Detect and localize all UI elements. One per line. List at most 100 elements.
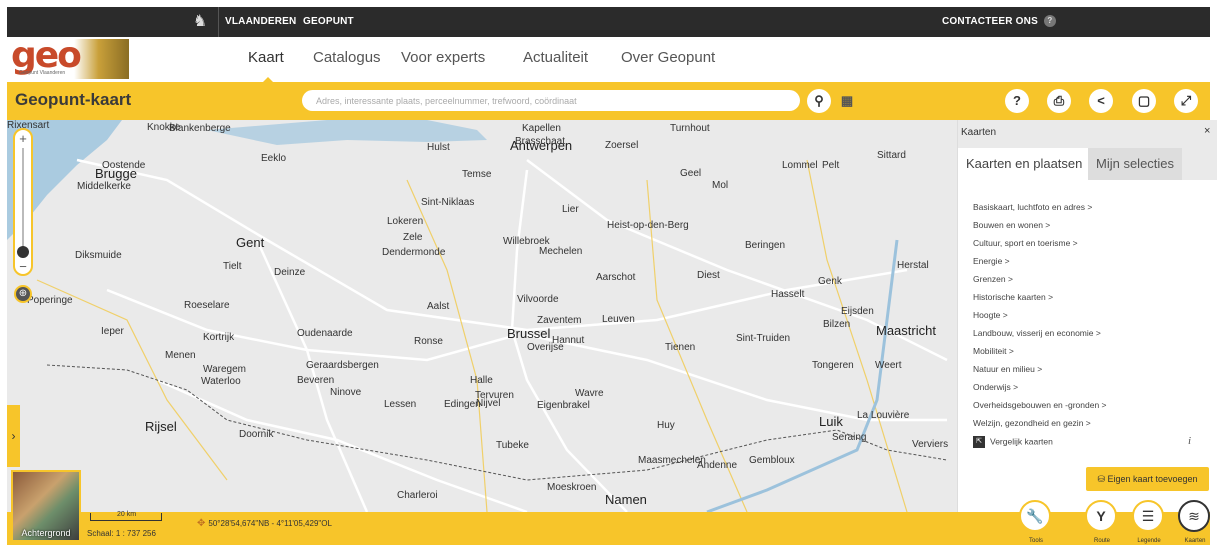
map-place-label: La Louvière: [857, 410, 910, 421]
map-place-label: Luik: [819, 414, 843, 429]
zoom-track[interactable]: [22, 148, 24, 258]
category-item[interactable]: Landbouw, visserij en economie >: [973, 324, 1213, 342]
contact-link[interactable]: CONTACTEER ONS?: [942, 7, 1056, 37]
map-place-label: Kortrijk: [203, 332, 235, 343]
maps-button[interactable]: ≋: [1178, 500, 1210, 532]
map-place-label: Oostende: [102, 160, 146, 171]
nav-over-geopunt[interactable]: Over Geopunt: [621, 49, 715, 66]
map-place-label: Verviers: [912, 439, 949, 450]
map-place-label: Tielt: [223, 261, 242, 272]
layout-button[interactable]: ▢: [1132, 89, 1156, 113]
tab-mijn-selecties[interactable]: Mijn selecties: [1088, 148, 1183, 180]
category-item[interactable]: Grenzen >: [973, 270, 1213, 288]
compare-maps-link[interactable]: ⇱ Vergelijk kaarten: [973, 436, 1053, 448]
compare-label: Vergelijk kaarten: [990, 436, 1053, 447]
geopunt-logo[interactable]: geo Geopunt Vlaanderen: [7, 35, 129, 79]
map-place-label: Namen: [605, 492, 647, 507]
map-place-label: Herstal: [897, 260, 929, 271]
scale-ratio: Schaal: 1 : 737 256: [87, 529, 156, 538]
search-location-icon[interactable]: ⚲: [807, 89, 831, 113]
tools-button[interactable]: 🔧: [1019, 500, 1051, 532]
expand-panel-tab[interactable]: ›: [7, 405, 20, 467]
zoom-in-button[interactable]: +: [15, 132, 31, 146]
map-place-label: Mol: [712, 180, 729, 191]
category-item[interactable]: Natuur en milieu >: [973, 360, 1213, 378]
wrench-icon: 🔧: [1026, 508, 1044, 524]
logo-subtitle: Geopunt Vlaanderen: [19, 70, 66, 76]
map-grid-icon[interactable]: ▦: [835, 89, 859, 113]
category-item[interactable]: Energie >: [973, 252, 1213, 270]
map-place-label: Menen: [165, 350, 196, 361]
nav-kaart[interactable]: Kaart: [248, 49, 284, 66]
main-nav: geo Geopunt Vlaanderen Kaart Catalogus V…: [7, 35, 1210, 83]
map-place-label: Waregem: [203, 364, 246, 375]
legend-button[interactable]: ☰: [1132, 500, 1164, 532]
category-item[interactable]: Basiskaart, luchtfoto en adres >: [973, 198, 1213, 216]
category-item[interactable]: Overheidsgebouwen en -gronden >: [973, 396, 1213, 414]
background-map-selector[interactable]: Achtergrond: [11, 470, 81, 542]
map-place-label: Beveren: [297, 375, 335, 386]
map-place-label: Heist-op-den-Berg: [607, 220, 689, 231]
map-place-label: Ronse: [414, 336, 443, 347]
vlaanderen-link[interactable]: VLAANDEREN: [225, 7, 296, 37]
national-border: [46, 364, 948, 481]
route-icon: Y: [1096, 508, 1106, 524]
search-input[interactable]: [302, 90, 800, 111]
fullscreen-button[interactable]: ⤢: [1174, 89, 1198, 113]
map-place-label: Mechelen: [539, 246, 583, 257]
map-place-label: Sint-Truiden: [736, 333, 791, 344]
map-place-label: Vilvoorde: [517, 294, 559, 305]
map-canvas[interactable]: Antwerpen Gent Brugge Brussel Leuven Mechelen…: [7, 120, 957, 512]
top-bar-inner: ♞ VLAANDEREN GEOPUNT CONTACTEER ONS?: [7, 7, 1210, 37]
map-place-label: Deinze: [274, 267, 306, 278]
map-place-label: Lokeren: [387, 216, 424, 227]
nav-actualiteit[interactable]: Actualiteit: [523, 49, 588, 66]
map-place-label: Doornik: [239, 429, 274, 440]
help-button[interactable]: ?: [1005, 89, 1029, 113]
top-separator: [218, 7, 219, 37]
category-item[interactable]: Mobiliteit >: [973, 342, 1213, 360]
map-place-label: Geraardsbergen: [306, 360, 379, 371]
category-item[interactable]: Historische kaarten >: [973, 288, 1213, 306]
map-place-label: Wavre: [575, 388, 604, 399]
map-place-label: Temse: [462, 169, 492, 180]
category-item[interactable]: Hoogte >: [973, 306, 1213, 324]
map-place-label: Moeskroen: [547, 482, 597, 493]
zoom-slider[interactable]: + −: [13, 128, 33, 276]
map-place-label: Lessen: [384, 399, 417, 410]
map-place-label: Middelkerke: [77, 181, 131, 192]
zoom-handle[interactable]: [17, 246, 29, 258]
map-place-label: Overijse: [527, 342, 564, 353]
map-place-label: Dendermonde: [382, 247, 446, 258]
map-place-label: Lier: [562, 204, 579, 215]
nav-catalogus[interactable]: Catalogus: [313, 49, 381, 66]
zoom-out-button[interactable]: −: [15, 260, 31, 274]
close-icon[interactable]: ×: [1204, 125, 1210, 137]
map-place-label: Tervuren: [475, 390, 514, 401]
info-icon[interactable]: i: [1188, 435, 1191, 447]
map-place-label: Zaventem: [537, 315, 582, 326]
route-button[interactable]: Y: [1085, 500, 1117, 532]
flemish-lion-icon: ♞: [192, 13, 208, 30]
locate-me-icon[interactable]: ⊕: [14, 285, 32, 303]
help-icon: ?: [1043, 15, 1056, 28]
coordinate-text: 50°28'54,674"NB - 4°11'05,429"OL: [208, 519, 332, 528]
legend-label: Legende: [1137, 538, 1161, 544]
nav-voor-experts[interactable]: Voor experts: [401, 49, 485, 66]
map-place-label: Brussel: [507, 326, 551, 341]
tab-kaarten-en-plaatsen[interactable]: Kaarten en plaatsen: [958, 148, 1091, 180]
map-place-label: Gembloux: [749, 455, 795, 466]
map-place-label: Lommel: [782, 160, 818, 171]
geopunt-link[interactable]: GEOPUNT: [303, 7, 354, 37]
print-button[interactable]: ⎙: [1047, 89, 1071, 113]
map-place-label: Rijsel: [145, 419, 177, 434]
category-item[interactable]: Bouwen en wonen >: [973, 216, 1213, 234]
map-place-label: Leuven: [602, 314, 635, 325]
share-button[interactable]: <: [1089, 89, 1113, 113]
category-item[interactable]: Onderwijs >: [973, 378, 1213, 396]
map-place-label: Beringen: [745, 240, 786, 251]
add-own-map-button[interactable]: ⛁ Eigen kaart toevoegen: [1086, 467, 1209, 491]
layers-icon: ≋: [1188, 508, 1200, 524]
category-item[interactable]: Cultuur, sport en toerisme >: [973, 234, 1213, 252]
category-item[interactable]: Welzijn, gezondheid en gezin >: [973, 414, 1213, 432]
